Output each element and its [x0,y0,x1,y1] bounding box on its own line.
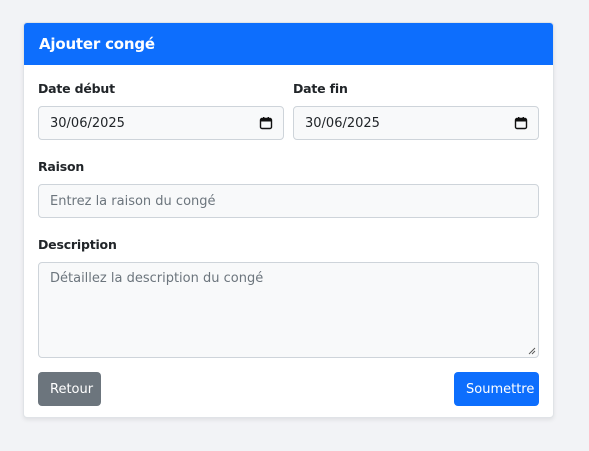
start-date-input[interactable]: 30/06/2025 [38,106,284,140]
start-date-label: Date début [38,81,115,96]
end-date-label: Date fin [293,81,348,96]
back-button[interactable]: Retour [38,372,101,406]
start-date-group: Date début 30/06/2025 [38,81,284,140]
submit-button[interactable]: Soumettre [454,372,539,406]
card-header: Ajouter congé [24,23,553,65]
add-leave-card: Ajouter congé Date début 30/06/2025 Date… [23,22,554,418]
calendar-icon[interactable] [259,116,273,130]
card-title: Ajouter congé [39,35,155,53]
description-textarea[interactable]: Détaillez la description du congé [38,262,539,358]
form-actions: Retour Soumettre [38,372,539,406]
date-row: Date début 30/06/2025 Date fin 30/06/202… [38,81,539,140]
description-group: Description Détaillez la description du … [38,237,539,358]
end-date-input[interactable]: 30/06/2025 [293,106,539,140]
reason-placeholder: Entrez la raison du congé [50,193,216,209]
resize-grip-icon[interactable] [528,347,536,355]
card-body: Date début 30/06/2025 Date fin 30/06/202… [24,65,553,406]
end-date-group: Date fin 30/06/2025 [293,81,539,140]
start-date-value: 30/06/2025 [50,115,125,131]
reason-group: Raison Entrez la raison du congé [38,159,539,218]
end-date-value: 30/06/2025 [305,115,380,131]
reason-input[interactable]: Entrez la raison du congé [38,184,539,218]
description-label: Description [38,237,117,252]
description-placeholder: Détaillez la description du congé [50,271,264,286]
reason-label: Raison [38,159,85,174]
calendar-icon[interactable] [514,116,528,130]
